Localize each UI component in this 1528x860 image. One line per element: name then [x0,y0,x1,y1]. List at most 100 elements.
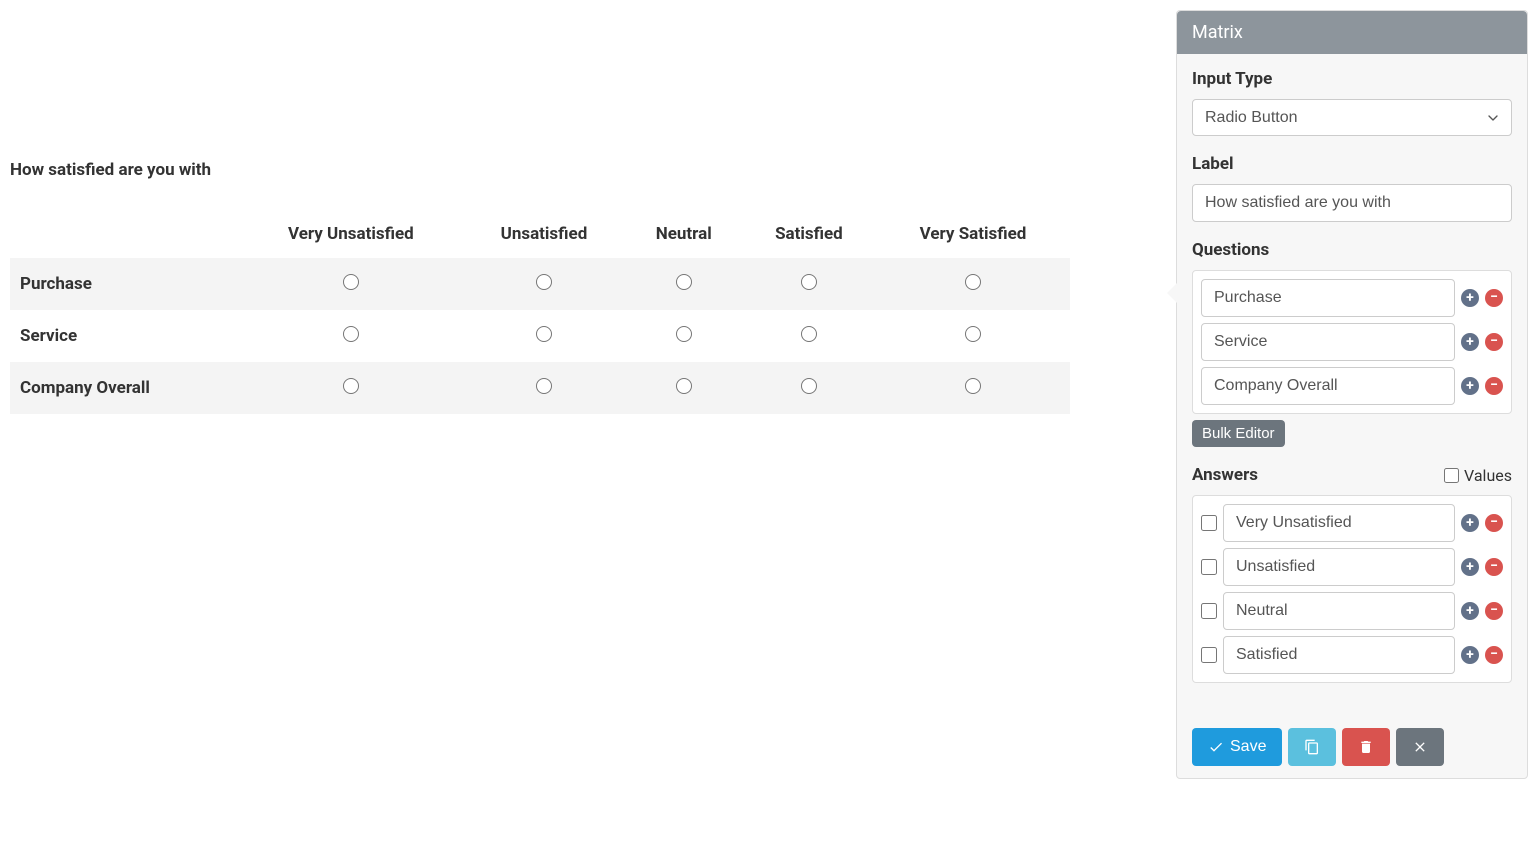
matrix-radio[interactable] [343,274,359,290]
remove-question-button[interactable]: − [1485,289,1503,307]
plus-icon: + [1461,377,1479,395]
minus-icon: − [1485,558,1503,576]
answers-box: + − + − + − + [1192,495,1512,683]
values-label: Values [1464,466,1512,485]
bulk-editor-button[interactable]: Bulk Editor [1192,420,1285,447]
answer-item: + − [1201,592,1503,630]
answer-item: + − [1201,636,1503,674]
remove-answer-button[interactable]: − [1485,646,1503,664]
minus-icon: − [1485,333,1503,351]
trash-icon [1358,739,1374,755]
answer-checkbox[interactable] [1201,603,1217,619]
table-row: Company Overall [10,362,1070,414]
add-answer-button[interactable]: + [1461,558,1479,576]
question-item: + − [1201,323,1503,361]
answer-input[interactable] [1223,548,1455,586]
matrix-radio[interactable] [343,326,359,342]
main-preview-area: How satisfied are you with Very Unsatisf… [0,0,1080,424]
close-icon [1412,739,1428,755]
column-header: Satisfied [742,210,876,258]
minus-icon: − [1485,514,1503,532]
plus-icon: + [1461,289,1479,307]
remove-question-button[interactable]: − [1485,333,1503,351]
matrix-radio[interactable] [343,378,359,394]
answers-group: Answers Values + − + − [1192,465,1512,683]
question-input[interactable] [1201,279,1455,317]
questions-box: + − + − + − [1192,270,1512,414]
answer-checkbox[interactable] [1201,559,1217,575]
matrix-radio[interactable] [536,378,552,394]
input-type-label: Input Type [1192,69,1512,89]
add-question-button[interactable]: + [1461,289,1479,307]
column-header: Very Satisfied [876,210,1070,258]
matrix-radio[interactable] [676,326,692,342]
panel-footer: Save [1177,716,1527,778]
question-item: + − [1201,367,1503,405]
question-input[interactable] [1201,323,1455,361]
remove-question-button[interactable]: − [1485,377,1503,395]
row-label: Service [10,310,239,362]
save-button[interactable]: Save [1192,728,1282,766]
question-item: + − [1201,279,1503,317]
answers-label: Answers [1192,465,1258,485]
row-label: Company Overall [10,362,239,414]
plus-icon: + [1461,602,1479,620]
panel-body: Input Type Radio Button Label Questions … [1177,54,1527,716]
copy-button[interactable] [1288,728,1336,766]
answer-input[interactable] [1223,504,1455,542]
label-field-label: Label [1192,154,1512,174]
minus-icon: − [1485,289,1503,307]
copy-icon [1304,739,1320,755]
plus-icon: + [1461,646,1479,664]
answer-checkbox[interactable] [1201,515,1217,531]
matrix-radio[interactable] [536,274,552,290]
matrix-radio[interactable] [965,378,981,394]
answer-item: + − [1201,548,1503,586]
add-question-button[interactable]: + [1461,377,1479,395]
input-type-group: Input Type Radio Button [1192,69,1512,136]
add-answer-button[interactable]: + [1461,646,1479,664]
matrix-radio[interactable] [536,326,552,342]
input-type-select[interactable]: Radio Button [1192,99,1512,136]
matrix-radio[interactable] [965,326,981,342]
delete-button[interactable] [1342,728,1390,766]
values-checkbox[interactable] [1444,468,1459,483]
remove-answer-button[interactable]: − [1485,558,1503,576]
minus-icon: − [1485,377,1503,395]
label-input[interactable] [1192,184,1512,222]
answer-checkbox[interactable] [1201,647,1217,663]
add-answer-button[interactable]: + [1461,602,1479,620]
column-header: Unsatisfied [462,210,625,258]
matrix-radio[interactable] [965,274,981,290]
answer-input[interactable] [1223,636,1455,674]
table-row: Purchase [10,258,1070,310]
minus-icon: − [1485,646,1503,664]
plus-icon: + [1461,514,1479,532]
matrix-table: Very Unsatisfied Unsatisfied Neutral Sat… [10,210,1070,414]
matrix-radio[interactable] [801,326,817,342]
panel-pointer-icon [1167,283,1177,303]
panel-title: Matrix [1177,11,1527,54]
questions-label: Questions [1192,240,1512,260]
check-icon [1208,739,1224,755]
column-header: Very Unsatisfied [239,210,462,258]
save-button-label: Save [1230,738,1266,756]
row-label: Purchase [10,258,239,310]
matrix-radio[interactable] [676,378,692,394]
values-toggle[interactable]: Values [1444,466,1512,485]
add-answer-button[interactable]: + [1461,514,1479,532]
properties-panel: Matrix Input Type Radio Button Label Que… [1176,10,1528,779]
remove-answer-button[interactable]: − [1485,602,1503,620]
question-input[interactable] [1201,367,1455,405]
matrix-radio[interactable] [801,274,817,290]
close-button[interactable] [1396,728,1444,766]
answer-input[interactable] [1223,592,1455,630]
matrix-radio[interactable] [801,378,817,394]
matrix-question-label: How satisfied are you with [10,160,1070,180]
plus-icon: + [1461,558,1479,576]
answer-item: + − [1201,504,1503,542]
remove-answer-button[interactable]: − [1485,514,1503,532]
matrix-radio[interactable] [676,274,692,290]
plus-icon: + [1461,333,1479,351]
add-question-button[interactable]: + [1461,333,1479,351]
